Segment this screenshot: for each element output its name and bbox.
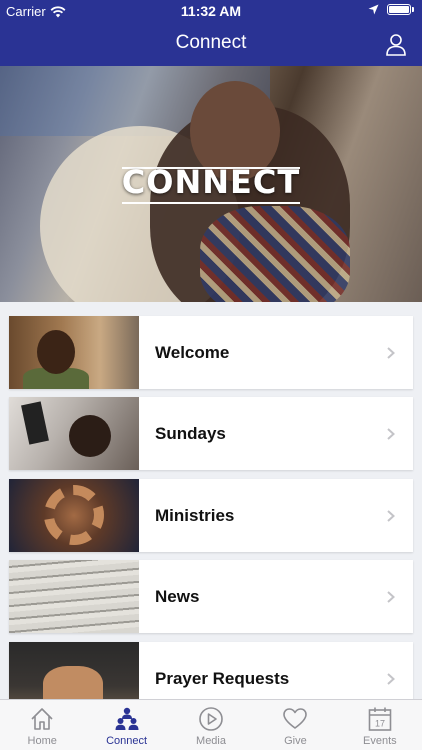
list-item-label: Prayer Requests: [155, 668, 290, 688]
thumb-phone: [21, 401, 49, 445]
hero-bg-pattern: [200, 206, 350, 302]
list-item-label: News: [155, 586, 200, 606]
list-item-label: Welcome: [155, 342, 230, 362]
status-time: 11:32 AM: [180, 3, 242, 19]
thumb-hands-circle: [44, 485, 104, 545]
hero-banner: CONNECT: [0, 66, 422, 302]
tab-label: Connect: [106, 735, 148, 747]
chevron-right-icon: [387, 509, 395, 522]
hero-rule-bottom: [122, 202, 300, 204]
list-item-label: Ministries: [155, 505, 235, 525]
chevron-right-icon: [387, 346, 395, 359]
ministries-thumbnail: [9, 479, 139, 552]
calendar-icon: 17: [368, 707, 392, 731]
page-title: Connect: [175, 32, 247, 53]
home-icon: [31, 708, 53, 730]
tab-label: Home: [27, 735, 57, 747]
tab-home[interactable]: Home: [0, 700, 84, 750]
heart-icon: [283, 708, 308, 729]
tab-events[interactable]: 17 Events: [338, 700, 422, 750]
list-item-label: Sundays: [155, 423, 226, 443]
person-icon[interactable]: [384, 32, 408, 56]
tab-give[interactable]: Give: [253, 700, 337, 750]
header: Carrier 11:32 AM Connect: [0, 0, 422, 66]
status-bar: Carrier 11:32 AM: [0, 0, 422, 22]
tab-label: Give: [284, 735, 307, 747]
chevron-right-icon: [387, 590, 395, 603]
chevron-right-icon: [387, 672, 395, 685]
chevron-right-icon: [387, 427, 395, 440]
list-item-ministries[interactable]: Ministries: [9, 479, 413, 552]
play-icon: [199, 707, 223, 731]
thumb-figure-head: [37, 330, 75, 374]
status-right: [368, 4, 414, 15]
sundays-thumbnail: [9, 397, 139, 470]
tab-media[interactable]: Media: [169, 700, 253, 750]
battery-icon: [387, 4, 411, 15]
calendar-day-text: 17: [375, 719, 385, 729]
people-icon: [115, 707, 139, 730]
tab-label: Events: [363, 735, 397, 747]
battery-cap: [412, 7, 414, 12]
hero-title: CONNECT: [121, 163, 301, 201]
tab-bar: Home Connect Media Give 17 Events: [0, 699, 422, 750]
tab-label: Media: [196, 735, 226, 747]
list-item-news[interactable]: News: [9, 560, 413, 633]
location-arrow-icon: [368, 4, 379, 15]
news-thumbnail: [9, 560, 139, 633]
list-item-welcome[interactable]: Welcome: [9, 316, 413, 389]
welcome-thumbnail: [9, 316, 139, 389]
list-item-sundays[interactable]: Sundays: [9, 397, 413, 470]
tab-connect[interactable]: Connect: [84, 700, 168, 750]
thumb-person: [69, 415, 111, 457]
